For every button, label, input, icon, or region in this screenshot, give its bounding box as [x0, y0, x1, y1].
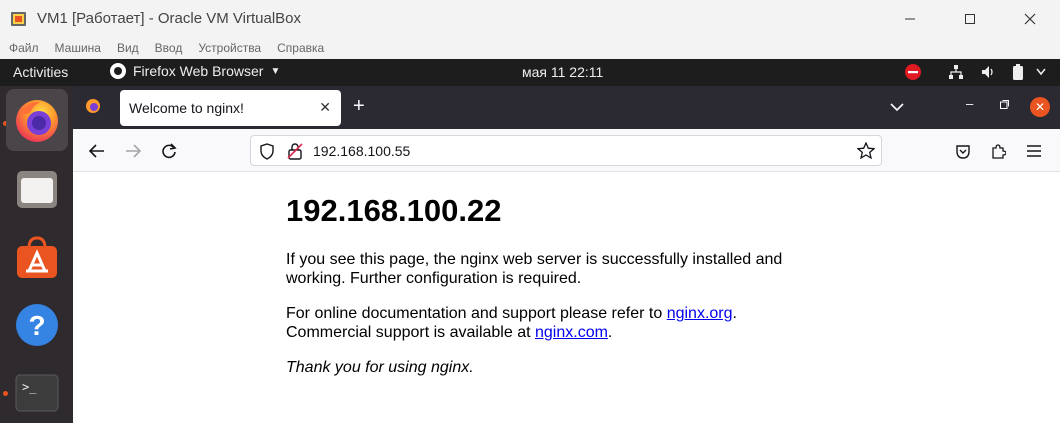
menu-devices[interactable]: Устройства — [198, 41, 261, 55]
dock-help[interactable]: ? — [6, 294, 68, 356]
docs-paragraph: For online documentation and support ple… — [286, 304, 806, 342]
extensions-button[interactable] — [987, 140, 1009, 162]
firefox-minimize-button[interactable]: – — [966, 96, 973, 111]
docs-period: . — [732, 305, 737, 322]
virtualbox-app-icon — [9, 9, 29, 29]
firefox-close-button[interactable]: ✕ — [1030, 97, 1050, 117]
page-heading: 192.168.100.22 — [286, 193, 502, 228]
firefox-tab-bar: Welcome to nginx! ✕ + – ✕ — [73, 86, 1060, 129]
dock-firefox[interactable] — [6, 89, 68, 151]
battery-icon[interactable] — [1012, 64, 1024, 80]
menu-input[interactable]: Ввод — [155, 41, 183, 55]
close-window-button[interactable] — [1000, 0, 1060, 37]
url-bar[interactable]: 192.168.100.55 — [250, 135, 882, 166]
commercial-text: Commercial support is available at — [286, 324, 535, 341]
tab-title: Welcome to nginx! — [129, 100, 244, 116]
puzzle-icon — [992, 144, 1006, 159]
dock-terminal[interactable]: >_ — [6, 362, 68, 423]
menu-help[interactable]: Справка — [277, 41, 324, 55]
shield-icon[interactable] — [259, 143, 275, 165]
forward-button[interactable] — [122, 140, 144, 162]
list-all-tabs-icon[interactable] — [890, 99, 904, 117]
maximize-button[interactable] — [940, 0, 1000, 37]
docs-text: For online documentation and support ple… — [286, 305, 667, 322]
reload-button[interactable] — [158, 140, 180, 162]
commercial-period: . — [607, 324, 613, 341]
virtualbox-menubar: Файл Машина Вид Ввод Устройства Справка — [0, 37, 1060, 59]
do-not-disturb-icon[interactable] — [904, 63, 922, 81]
pocket-icon — [956, 144, 970, 159]
firefox-icon — [16, 100, 58, 142]
page-content: 192.168.100.22 If you see this page, the… — [73, 172, 1060, 423]
files-icon — [17, 171, 57, 208]
app-menu-label: Firefox Web Browser — [133, 63, 264, 79]
tab-close-icon[interactable]: ✕ — [319, 99, 331, 116]
nginx-org-link[interactable]: nginx.org — [667, 305, 733, 322]
maximize-icon — [965, 13, 975, 24]
gnome-top-bar: Activities Firefox Web Browser ▼ мая 11 … — [0, 59, 1060, 86]
app-menu-button-ff[interactable] — [1023, 140, 1045, 162]
caret-down-icon: ▼ — [270, 65, 281, 77]
menu-machine[interactable]: Машина — [55, 41, 101, 55]
minimize-button[interactable] — [880, 0, 940, 37]
virtualbox-titlebar: VM1 [Работает] - Oracle VM VirtualBox — [0, 0, 1060, 37]
network-icon[interactable] — [948, 64, 964, 80]
thanks-paragraph: Thank you for using nginx. — [286, 359, 474, 376]
url-text[interactable]: 192.168.100.55 — [313, 143, 410, 159]
pocket-button[interactable] — [952, 140, 974, 162]
menu-view[interactable]: Вид — [117, 41, 139, 55]
clock[interactable]: мая 11 22:11 — [522, 64, 603, 80]
hamburger-menu-icon — [1027, 145, 1041, 157]
firefox-small-icon — [110, 63, 126, 79]
firefox-nav-bar: 192.168.100.55 — [73, 129, 1060, 172]
dock-app-center[interactable] — [6, 226, 68, 288]
terminal-icon: >_ — [15, 374, 59, 412]
app-menu-button[interactable]: Firefox Web Browser ▼ — [110, 63, 280, 79]
menu-file[interactable]: Файл — [9, 41, 39, 55]
firefox-restore-button[interactable] — [1000, 100, 1009, 112]
back-button[interactable] — [86, 140, 108, 162]
forward-arrow-icon — [126, 144, 141, 158]
svg-text:>_: >_ — [22, 380, 37, 394]
new-tab-button[interactable]: + — [353, 95, 365, 118]
nginx-com-link[interactable]: nginx.com — [535, 324, 608, 341]
bookmark-star-icon[interactable] — [856, 141, 876, 164]
firefox-view-icon[interactable] — [85, 98, 101, 119]
window-title: VM1 [Работает] - Oracle VM VirtualBox — [37, 10, 301, 27]
ubuntu-dock: ? >_ — [0, 86, 73, 423]
activities-button[interactable]: Activities — [13, 64, 68, 80]
minimize-icon — [905, 18, 915, 19]
volume-icon[interactable] — [980, 64, 996, 80]
system-tray[interactable] — [888, 63, 1046, 81]
tab-welcome-nginx[interactable]: Welcome to nginx! ✕ — [120, 90, 341, 126]
back-arrow-icon — [89, 144, 104, 158]
close-icon — [1024, 13, 1036, 24]
reload-icon — [162, 143, 177, 159]
svg-text:?: ? — [28, 310, 45, 341]
help-icon: ? — [16, 304, 58, 346]
intro-paragraph: If you see this page, the nginx web serv… — [286, 251, 783, 287]
app-center-icon — [17, 236, 57, 278]
dock-files[interactable] — [6, 158, 68, 220]
insecure-lock-icon[interactable] — [287, 142, 303, 165]
system-menu-caret-icon[interactable] — [1036, 68, 1046, 76]
